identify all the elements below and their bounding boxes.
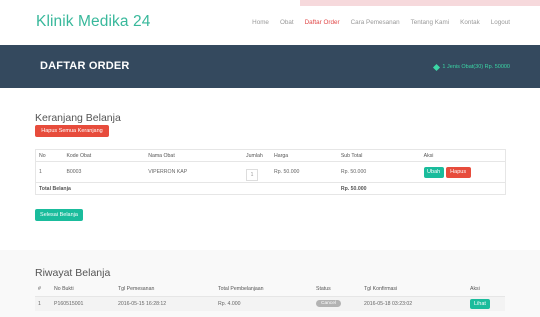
total-row: Total Belanja Rp. 50.000 — [35, 182, 506, 195]
cell-bukti: P160515001 — [51, 296, 115, 311]
cart-table-header: No Kode Obat Nama Obat Jumlah Harga Sub … — [35, 149, 506, 162]
cell-konfirmasi: 2016-05-18 03:23:02 — [361, 296, 467, 311]
total-value: Rp. 50.000 — [337, 182, 421, 195]
status-badge: Cancel — [316, 300, 341, 308]
cell-status: Cancel — [313, 296, 361, 311]
cell-nama: VIPERRON KAP — [145, 161, 244, 183]
cell-no: 1 — [35, 161, 64, 183]
top-navbar: Klinik Medika 24 Home Obat Daftar Order … — [0, 0, 540, 45]
total-label: Total Belanja — [35, 182, 338, 195]
cell-kode: B0003 — [63, 161, 146, 183]
brand-logo[interactable]: Klinik Medika 24 — [36, 13, 150, 31]
cell-subtotal: Rp. 50.000 — [337, 161, 421, 183]
nav-logout[interactable]: Logout — [491, 19, 510, 26]
table-row: 1 B0003 VIPERRON KAP 1 Rp. 50.000 Rp. 50… — [35, 161, 506, 183]
cell-jumlah: 1 — [243, 161, 271, 183]
col-tgl-pemesanan: Tgl Pemesanan — [115, 282, 215, 297]
col-kode-obat: Kode Obat — [63, 149, 146, 162]
cart-summary-text[interactable]: 1 Jenis Obat(30) Rp. 50000 — [442, 64, 510, 70]
cell-tgl: 2016-05-15 16:28:12 — [115, 296, 215, 311]
nav-home[interactable]: Home — [252, 19, 269, 26]
nav-daftar-order[interactable]: Daftar Order — [305, 19, 340, 26]
delete-button[interactable]: Hapus — [445, 166, 471, 178]
col-jumlah: Jumlah — [243, 149, 271, 162]
col-total-pembelanjaan: Total Pembelanjaan — [215, 282, 313, 297]
page-title: DAFTAR ORDER — [40, 60, 130, 72]
quantity-input[interactable]: 1 — [246, 169, 259, 181]
cell-index: 1 — [35, 296, 51, 311]
nav-kontak[interactable]: Kontak — [460, 19, 480, 26]
edit-button[interactable]: Ubah — [423, 166, 444, 178]
col-sub-total: Sub Total — [337, 149, 421, 162]
col-no-bukti: No Bukti — [51, 282, 115, 297]
cart-heading: Keranjang Belanja — [35, 112, 121, 124]
nav-obat[interactable]: Obat — [280, 19, 294, 26]
col-nama-obat: Nama Obat — [145, 149, 244, 162]
col-tgl-konfirmasi: Tgl Konfirmasi — [361, 282, 467, 297]
cart-table: No Kode Obat Nama Obat Jumlah Harga Sub … — [35, 149, 506, 195]
col-harga: Harga — [270, 149, 338, 162]
col-status: Status — [313, 282, 361, 297]
col-no: No — [35, 149, 64, 162]
history-table: # No Bukti Tgl Pemesanan Total Pembelanj… — [35, 282, 505, 311]
cell-history-aksi: Lihat — [467, 296, 505, 311]
clear-cart-button[interactable]: Hapus Semua Keranjang — [35, 125, 109, 137]
history-table-header: # No Bukti Tgl Pemesanan Total Pembelanj… — [35, 282, 505, 297]
main-menu: Home Obat Daftar Order Cara Pemesanan Te… — [252, 19, 510, 26]
col-index: # — [35, 282, 51, 297]
page-header: DAFTAR ORDER 1 Jenis Obat(30) Rp. 50000 — [0, 45, 540, 88]
col-aksi: Aksi — [420, 149, 506, 162]
table-row: 1 P160515001 2016-05-15 16:28:12 Rp. 4.0… — [35, 296, 505, 311]
cart-summary[interactable]: 1 Jenis Obat(30) Rp. 50000 — [433, 63, 510, 71]
cell-total: Rp. 4.000 — [215, 296, 313, 311]
checkout-button[interactable]: Selesai Belanja — [35, 209, 83, 221]
col-history-aksi: Aksi — [467, 282, 505, 297]
nav-cara-pemesanan[interactable]: Cara Pemesanan — [351, 19, 400, 26]
history-heading: Riwayat Belanja — [35, 267, 111, 279]
cell-harga: Rp. 50.000 — [270, 161, 338, 183]
cell-aksi: Ubah Hapus — [420, 161, 506, 183]
decorative-bar — [300, 0, 540, 6]
nav-tentang-kami[interactable]: Tentang Kami — [411, 19, 450, 26]
view-button[interactable]: Lihat — [470, 298, 490, 309]
tag-icon — [433, 63, 441, 71]
